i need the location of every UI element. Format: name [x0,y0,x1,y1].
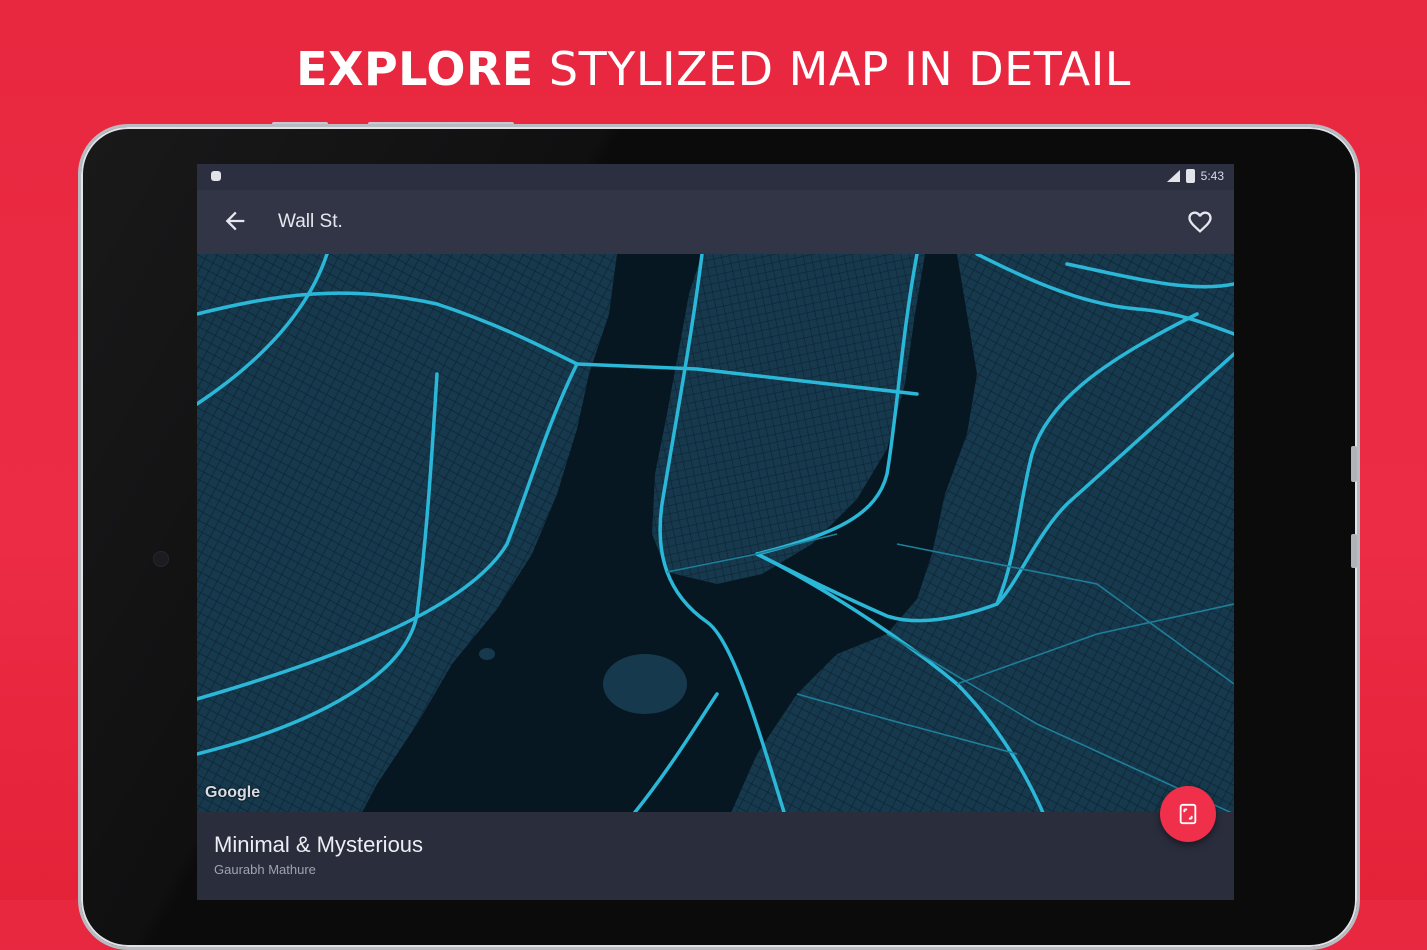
tablet-power-button [1351,446,1357,482]
headline-rest: STYLIZED MAP IN DETAIL [533,42,1131,96]
notification-icon [211,171,221,181]
camera-icon [153,551,169,567]
status-time: 5:43 [1200,169,1224,183]
tablet-side-button [1351,534,1357,568]
land-islet [479,648,495,660]
heart-outline-icon[interactable] [1186,208,1214,236]
app-bar: Wall St. [197,190,1234,254]
land-island [603,654,687,714]
arrow-left-icon[interactable] [221,207,249,235]
set-wallpaper-button[interactable] [1160,786,1216,842]
style-author: Gaurabh Mathure [214,862,316,877]
stylized-map [197,254,1234,822]
map-view[interactable]: Google [197,254,1234,822]
style-name: Minimal & Mysterious [214,832,424,857]
wallpaper-icon [1179,803,1197,825]
battery-icon [1185,169,1195,183]
promo-headline: EXPLORE STYLIZED MAP IN DETAIL [0,42,1427,96]
style-info-bar: Minimal & Mysterious Gaurabh Mathure [197,812,1234,900]
app-screen: 5:43 Wall St. Google Minimal & Mysteriou… [197,164,1234,900]
status-bar: 5:43 [197,164,1234,190]
google-logo: Google [205,784,261,801]
page-title: Wall St. [278,211,343,232]
signal-icon [1166,170,1180,182]
headline-bold: EXPLORE [296,42,534,96]
